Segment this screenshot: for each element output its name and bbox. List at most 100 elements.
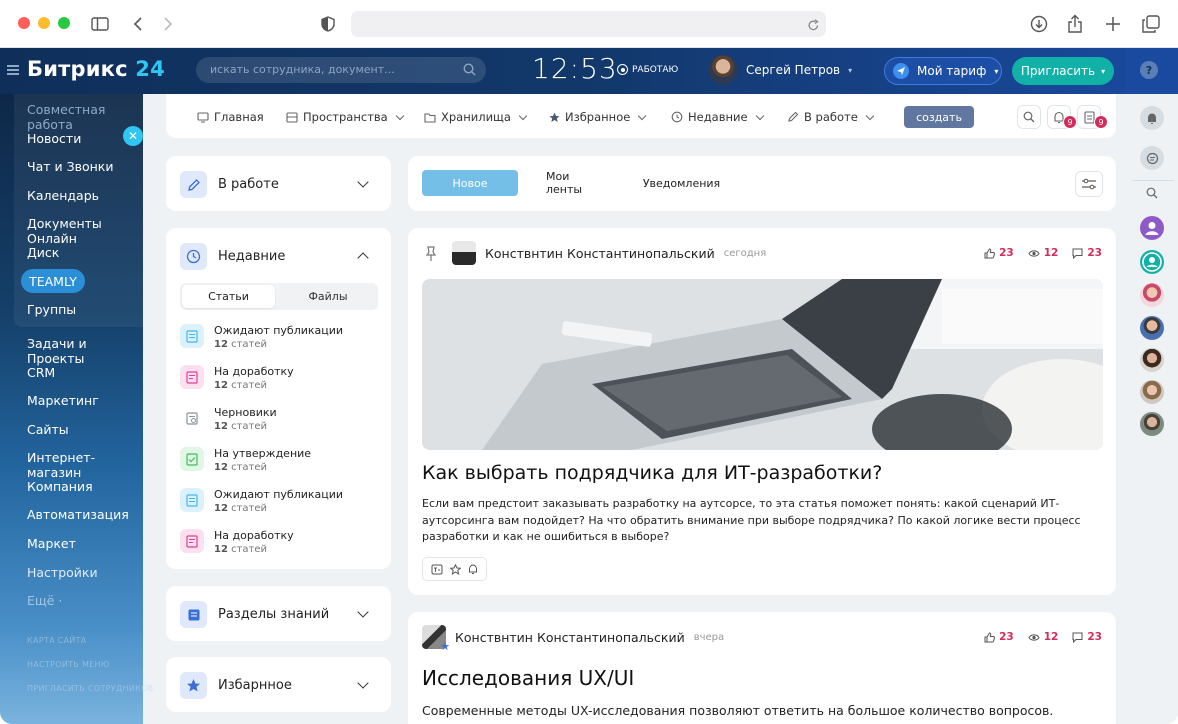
search-icon[interactable] <box>1140 181 1164 205</box>
likes-count[interactable]: 23 <box>984 247 1014 259</box>
avatar[interactable] <box>1140 250 1164 274</box>
new-tab-icon[interactable] <box>1101 12 1125 36</box>
list-item[interactable]: На доработку 12 статей <box>180 529 294 556</box>
bell-icon[interactable] <box>468 560 478 579</box>
chat-icon[interactable] <box>1140 146 1164 170</box>
close-window-button[interactable] <box>18 17 30 29</box>
list-item[interactable]: Ожидают публикации 12 статей <box>180 324 343 351</box>
tab-articles[interactable]: Статьи <box>182 285 275 308</box>
sidebar-item-disk[interactable]: Диск <box>27 245 59 260</box>
configure-menu-link[interactable]: НАСТРОИТЬ МЕНЮ <box>27 660 110 669</box>
forward-icon[interactable] <box>156 12 180 36</box>
sidebar-item-company[interactable]: Компания <box>27 479 93 494</box>
shield-icon[interactable] <box>316 12 340 36</box>
chevron-down-icon[interactable] <box>357 606 369 618</box>
avatar[interactable] <box>1140 412 1164 436</box>
share-icon[interactable] <box>1063 12 1087 36</box>
sidebar-item-settings[interactable]: Настройки <box>27 565 98 580</box>
list-item[interactable]: На доработку 12 статей <box>180 365 294 392</box>
nav-favorites[interactable]: Избранное <box>549 110 647 124</box>
sidebar-item-chat[interactable]: Чат и Звонки <box>27 159 113 174</box>
in-work-panel[interactable]: В работе <box>166 156 391 211</box>
avatar[interactable] <box>1140 316 1164 340</box>
sidebar-item-marketing[interactable]: Маркетинг <box>27 393 99 408</box>
back-icon[interactable] <box>126 12 150 36</box>
post-title[interactable]: Исследования UX/UI <box>422 666 634 690</box>
chevron-up-icon[interactable] <box>357 252 369 264</box>
sitemap-link[interactable]: КАРТА САЙТА <box>27 636 87 645</box>
tab-files[interactable]: Файлы <box>280 285 376 308</box>
invite-button[interactable]: Пригласить ▾ <box>1012 57 1114 85</box>
help-button[interactable]: ? <box>1140 61 1158 79</box>
pin-icon[interactable] <box>425 246 437 266</box>
knowledge-panel[interactable]: Разделы знаний <box>166 586 391 641</box>
invite-employees-link[interactable]: ПРИГЛАСИТЬ СОТРУДНИКОВ <box>27 684 153 693</box>
search-icon[interactable] <box>463 63 476 79</box>
translate-icon[interactable] <box>431 560 443 579</box>
tariff-button[interactable]: Мой тариф ▾ <box>884 57 1002 85</box>
chevron-down-icon[interactable] <box>357 677 369 689</box>
sidebar-item-market[interactable]: Маркет <box>27 536 76 551</box>
tab-new[interactable]: Новое <box>422 170 518 196</box>
sidebar-item-tasks[interactable]: Задачи и Проекты <box>27 336 143 366</box>
logo[interactable]: Битрикс 24 <box>27 57 165 81</box>
paper-plane-icon <box>893 63 909 79</box>
sidebar-item-documents[interactable]: Документы Онлайн <box>27 216 143 246</box>
download-icon[interactable] <box>1027 12 1051 36</box>
tab-my-feeds[interactable]: Мои ленты <box>546 170 606 196</box>
sidebar-item-crm[interactable]: CRM <box>27 365 55 380</box>
menu-icon[interactable] <box>7 65 19 75</box>
post-image[interactable] <box>422 279 1103 450</box>
favorites-title: Избарнное <box>218 678 292 693</box>
user-menu[interactable]: Сергей Петров ▾ <box>708 55 852 85</box>
sidebar-toggle-icon[interactable] <box>88 12 112 36</box>
avatar[interactable] <box>1140 216 1164 240</box>
nav-home[interactable]: Главная <box>197 110 264 124</box>
nav-recent[interactable]: Недавние <box>671 110 764 124</box>
sidebar-item-more[interactable]: Ещё · <box>27 593 62 608</box>
sidebar-item-shop[interactable]: Интернет-магазин <box>27 450 143 480</box>
sidebar-item-calendar[interactable]: Календарь <box>27 188 99 203</box>
chevron-down-icon[interactable] <box>357 176 369 188</box>
address-bar[interactable] <box>351 11 826 37</box>
nav-in-work[interactable]: В работе <box>787 110 875 124</box>
sidebar-item-groups[interactable]: Группы <box>27 302 76 317</box>
minimize-window-button[interactable] <box>38 17 50 29</box>
post-title[interactable]: Как выбрать подрядчика для ИТ-разработки… <box>422 462 882 484</box>
tasks-badge: 9 <box>1094 115 1108 129</box>
sidebar-item-news[interactable]: Новости <box>27 131 81 146</box>
list-item[interactable]: На утверждение 12 статей <box>180 447 311 474</box>
close-icon[interactable]: ✕ <box>123 126 143 146</box>
post-author[interactable]: Конствнтин Константинопальский сегодня <box>452 241 766 265</box>
post-actions <box>422 557 487 581</box>
likes-count[interactable]: 23 <box>984 631 1014 643</box>
views-count: 12 <box>1028 247 1058 259</box>
tab-overview-icon[interactable] <box>1139 12 1163 36</box>
avatar[interactable] <box>1140 348 1164 372</box>
sidebar-item-automation[interactable]: Автоматизация <box>27 507 129 522</box>
sidebar-item-teamly[interactable]: TEAMLY <box>21 269 85 293</box>
list-item[interactable]: Черновики 12 статей <box>180 406 277 433</box>
comments-count[interactable]: 23 <box>1072 631 1102 643</box>
filter-icon[interactable] <box>1075 171 1103 197</box>
create-button[interactable]: создать <box>904 106 974 128</box>
reload-icon[interactable] <box>807 17 820 36</box>
favorites-panel[interactable]: Избарнное <box>166 657 391 712</box>
zoom-window-button[interactable] <box>58 17 70 29</box>
sidebar-item-sites[interactable]: Сайты <box>27 422 69 437</box>
post-author[interactable]: ★ Конствнтин Константинопальский вчера <box>422 625 724 653</box>
bell-icon[interactable] <box>1140 106 1164 130</box>
star-icon[interactable] <box>449 560 462 579</box>
recent-title: Недавние <box>218 249 286 264</box>
list-item-count: 12 <box>214 462 228 473</box>
avatar[interactable] <box>1140 283 1164 307</box>
comments-count[interactable]: 23 <box>1072 247 1102 259</box>
nav-storage[interactable]: Хранилища <box>424 110 528 124</box>
search-icon[interactable] <box>1017 105 1041 129</box>
nav-spaces[interactable]: Пространства <box>286 110 404 124</box>
avatar[interactable] <box>1140 380 1164 404</box>
search-input[interactable]: искать сотрудника, документ... <box>196 57 486 83</box>
list-item[interactable]: Ожидают публикации 12 статей <box>180 488 343 515</box>
tab-notifications[interactable]: Уведомления <box>643 170 720 196</box>
work-status[interactable]: РАБОТАЮ <box>617 64 678 75</box>
